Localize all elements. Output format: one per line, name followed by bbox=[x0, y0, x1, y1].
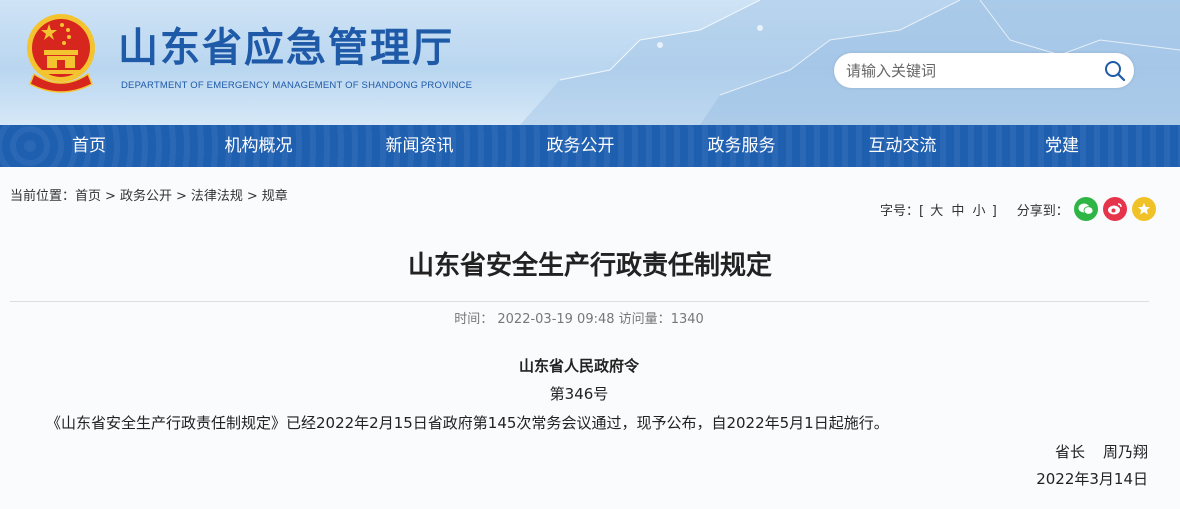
breadcrumb-prefix: 当前位置： bbox=[10, 189, 76, 204]
search-box bbox=[834, 53, 1134, 88]
title-divider bbox=[10, 301, 1149, 302]
site-subtitle: DEPARTMENT OF EMERGENCY MANAGEMENT OF SH… bbox=[121, 80, 473, 91]
publish-time: 2022-03-19 09:48 bbox=[497, 312, 615, 327]
signer-name: 周乃翔 bbox=[1102, 443, 1148, 461]
search-icon[interactable] bbox=[1104, 60, 1126, 82]
breadcrumb-laws[interactable]: 法律法规 bbox=[191, 189, 243, 204]
view-count: 1340 bbox=[670, 312, 704, 327]
site-header: 山东省应急管理厅 DEPARTMENT OF EMERGENCY MANAGEM… bbox=[0, 0, 1180, 125]
nav-item-gov-services[interactable]: 政务服务 bbox=[661, 125, 822, 167]
font-size-label: 字号： bbox=[880, 203, 920, 219]
share-label: 分享到： bbox=[1016, 203, 1069, 219]
breadcrumb-rules[interactable]: 规章 bbox=[262, 189, 288, 204]
national-emblem-icon bbox=[27, 14, 95, 93]
article-title: 山东省安全生产行政责任制规定 bbox=[407, 251, 772, 281]
font-size-medium[interactable]: 中 bbox=[951, 204, 964, 219]
time-label: 时间： bbox=[454, 312, 494, 327]
article-body: 《山东省安全生产行政责任制规定》已经2022年2月15日省政府第145次常务会议… bbox=[46, 414, 889, 432]
decree-number: 第346号 bbox=[549, 385, 609, 403]
weibo-icon[interactable] bbox=[1102, 197, 1127, 221]
search-input[interactable] bbox=[846, 60, 1096, 82]
sign-date: 2022年3月14日 bbox=[1036, 470, 1148, 488]
decree-issuer: 山东省人民政府令 bbox=[518, 357, 639, 375]
nav-item-news[interactable]: 新闻资讯 bbox=[339, 125, 500, 167]
favorite-icon[interactable] bbox=[1131, 197, 1156, 221]
nav-item-party[interactable]: 党建 bbox=[983, 125, 1141, 167]
font-size-large[interactable]: 大 bbox=[930, 204, 943, 219]
signer-title: 省长 bbox=[1054, 443, 1085, 461]
main-nav: 首页 机构概况 新闻资讯 政务公开 政务服务 互动交流 党建 bbox=[0, 125, 1180, 167]
font-size-small[interactable]: 小 bbox=[973, 204, 986, 219]
nav-item-interaction[interactable]: 互动交流 bbox=[822, 125, 983, 167]
breadcrumb-separator: > bbox=[246, 189, 258, 204]
signer: 省长 周乃翔 bbox=[1055, 441, 1148, 462]
breadcrumb: 当前位置：首页 > 政务公开 > 法律法规 > 规章 bbox=[10, 185, 288, 204]
breadcrumb-separator: > bbox=[105, 189, 116, 204]
font-size-control: 字号：[ 大 中 小 ] bbox=[880, 203, 997, 219]
article-content: 当前位置：首页 > 政务公开 > 法律法规 > 规章 字号：[ 大 中 小 ] 分享到： 山… bbox=[0, 167, 1180, 509]
breadcrumb-gov-affairs[interactable]: 政务公开 bbox=[120, 189, 172, 204]
breadcrumb-separator: > bbox=[175, 189, 187, 204]
nav-item-home[interactable]: 首页 bbox=[0, 125, 178, 167]
breadcrumb-home[interactable]: 首页 bbox=[75, 189, 101, 204]
site-title[interactable]: 山东省应急管理厅 bbox=[118, 28, 454, 68]
views-label: 访问量： bbox=[618, 312, 671, 327]
wechat-icon[interactable] bbox=[1073, 197, 1098, 221]
nav-item-gov-affairs[interactable]: 政务公开 bbox=[500, 125, 661, 167]
article-tools: 字号：[ 大 中 小 ] 分享到： bbox=[880, 197, 1156, 221]
article-meta: 时间： 2022-03-19 09:48 访问量：1340 bbox=[0, 308, 1158, 327]
nav-item-about[interactable]: 机构概况 bbox=[178, 125, 339, 167]
